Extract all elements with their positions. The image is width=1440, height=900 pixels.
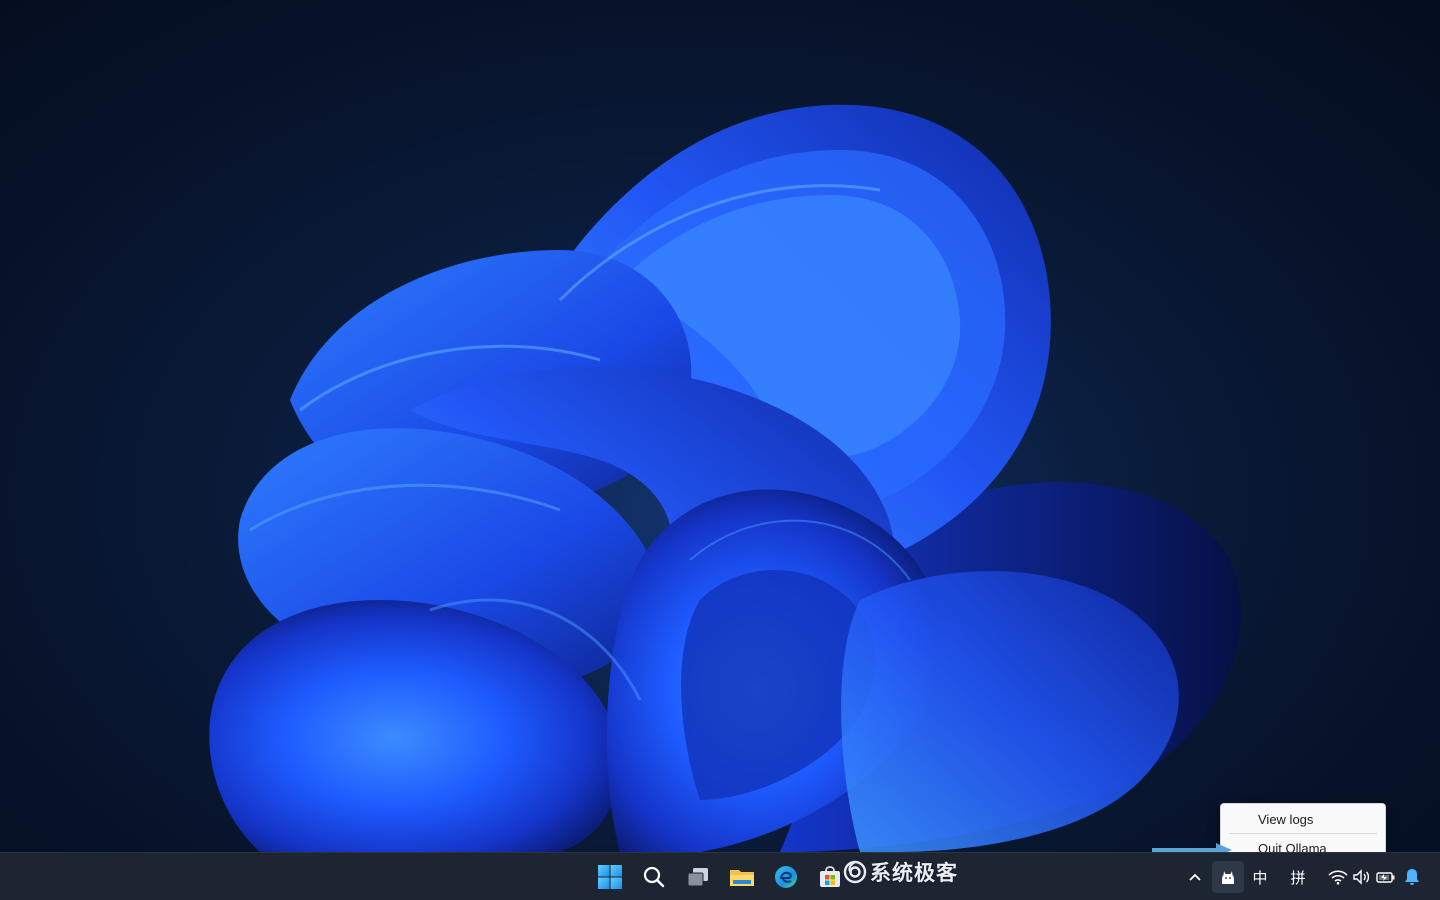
ollama-icon (1222, 871, 1234, 884)
volume-icon (1353, 869, 1370, 885)
battery-icon (1376, 872, 1395, 883)
task-view-button[interactable] (678, 857, 718, 897)
edge-browser-icon (775, 866, 797, 888)
start-button[interactable] (590, 857, 630, 897)
wifi-icon (1328, 870, 1348, 885)
menu-separator (1229, 833, 1377, 834)
file-explorer-button[interactable] (722, 857, 762, 897)
search-icon (643, 866, 665, 888)
taskbar: 中 拼 (0, 852, 1440, 900)
edge-browser-button[interactable] (766, 857, 806, 897)
quick-settings-button[interactable] (1322, 861, 1402, 893)
ollama-tray-button[interactable] (1212, 861, 1244, 893)
ime-language-indicator[interactable]: 中 (1248, 861, 1272, 893)
show-hidden-icons-button[interactable] (1183, 861, 1207, 893)
windows-start-icon (598, 865, 622, 889)
ime-mode-label: 拼 (1290, 868, 1306, 887)
notification-bell-icon (1405, 869, 1419, 885)
watermark-logo-icon (843, 860, 867, 884)
ime-language-label: 中 (1252, 868, 1268, 887)
task-view-icon (687, 868, 708, 887)
menu-item-label: View logs (1258, 811, 1314, 827)
search-button[interactable] (634, 857, 674, 897)
wallpaper-bloom-image (110, 100, 1350, 900)
watermark: 系统极客 (842, 856, 958, 888)
microsoft-store-icon (820, 866, 840, 887)
watermark-text: 系统极客 (870, 861, 958, 885)
chevron-up-icon (1189, 873, 1201, 881)
menu-item-view-logs[interactable]: View logs (1225, 807, 1381, 831)
notifications-button[interactable] (1401, 861, 1423, 893)
file-explorer-icon (730, 870, 754, 886)
desktop[interactable]: View logs Quit Ollama 中 拼 系统极客 (0, 0, 1440, 900)
ime-mode-indicator[interactable]: 拼 (1286, 861, 1310, 893)
